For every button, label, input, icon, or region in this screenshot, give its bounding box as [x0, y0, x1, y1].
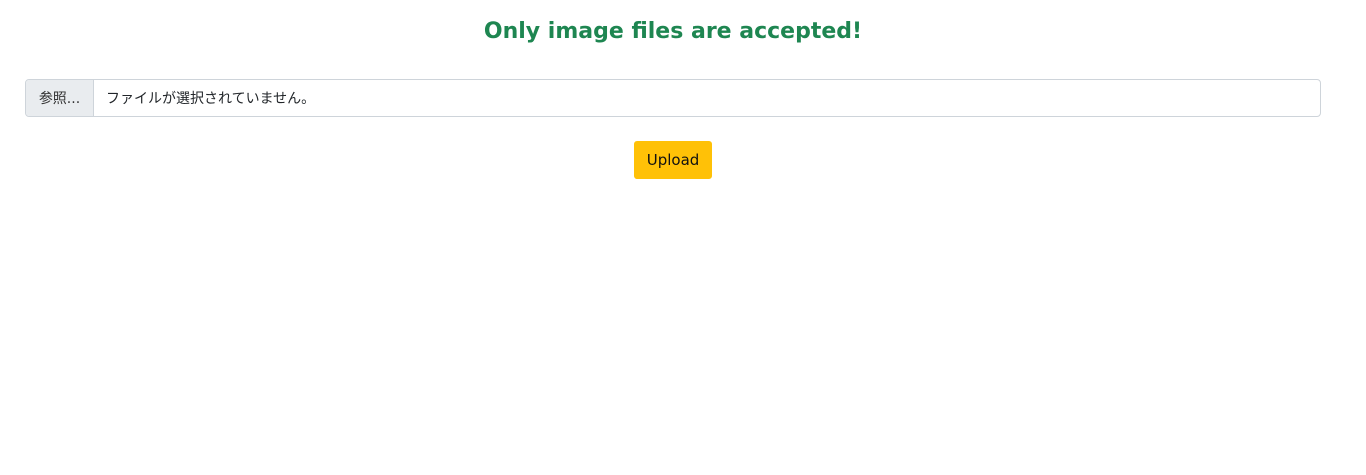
page: Only image files are accepted! 参照... ファイ…: [0, 0, 1366, 475]
file-status-text: ファイルが選択されていません。: [106, 91, 316, 107]
file-input[interactable]: 参照... ファイルが選択されていません。: [25, 79, 1321, 117]
page-title: Only image files are accepted!: [483, 19, 863, 44]
upload-button[interactable]: Upload: [634, 141, 712, 179]
browse-button[interactable]: 参照...: [26, 80, 94, 116]
